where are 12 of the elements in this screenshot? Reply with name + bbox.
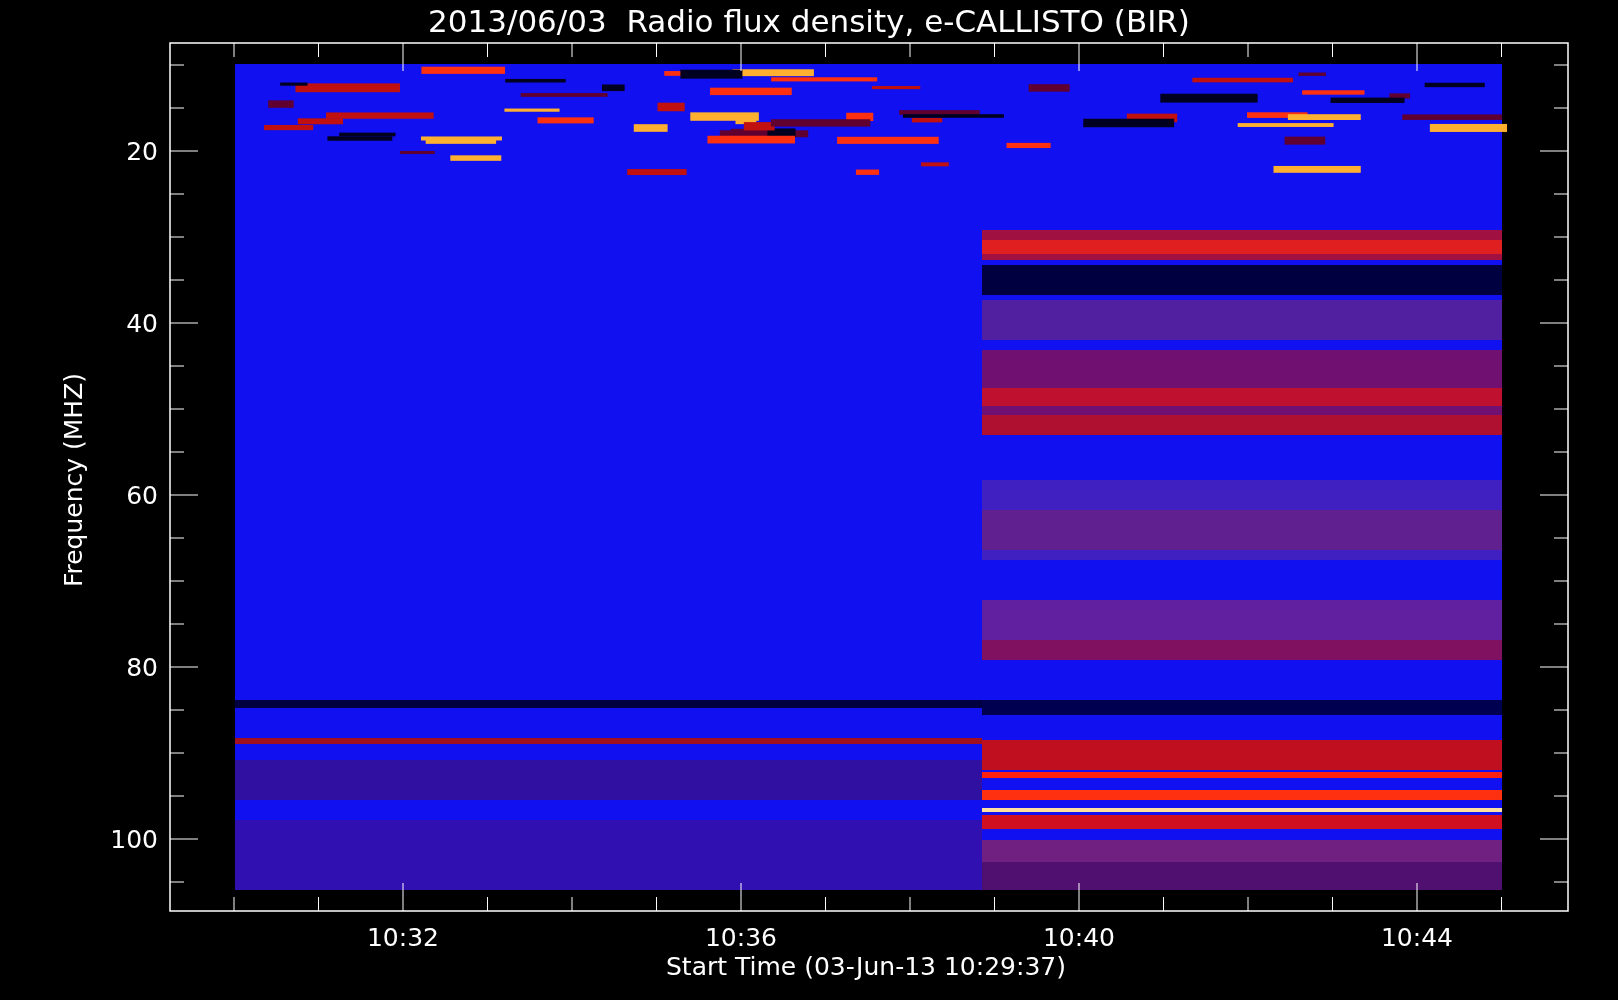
axis-tick-label: 40 — [126, 309, 158, 338]
chart-title: 2013/06/03 Radio flux density, e-CALLISTO (BIR) — [428, 3, 1190, 39]
axis-tick-label: 80 — [126, 653, 158, 682]
axis-tick-label: 10:32 — [367, 923, 439, 952]
axis-tick-label: 10:44 — [1381, 923, 1453, 952]
axis-title: Start Time (03-Jun-13 10:29:37) — [666, 952, 1066, 981]
axis-tick-label: 10:36 — [705, 923, 777, 952]
axis-tick-label: 60 — [126, 481, 158, 510]
axis-tick-label: 20 — [126, 137, 158, 166]
axis-tick-label: 10:40 — [1043, 923, 1115, 952]
axis-title: Frequency (MHZ) — [59, 372, 88, 588]
axis-tick-label: 100 — [110, 825, 158, 854]
